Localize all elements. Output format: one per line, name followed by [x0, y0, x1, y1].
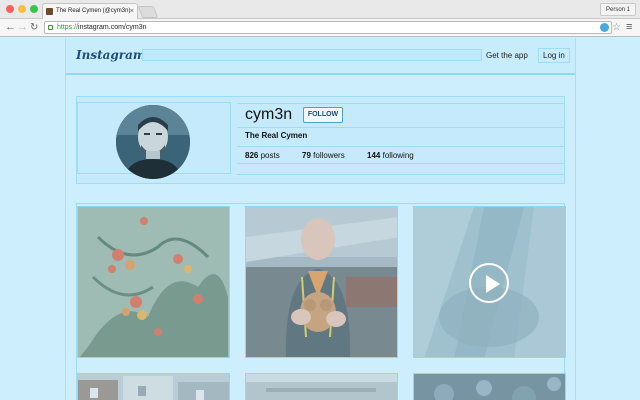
- post-tile[interactable]: [77, 373, 230, 400]
- tab-close-icon[interactable]: ×: [130, 4, 134, 19]
- new-tab-button[interactable]: [137, 6, 159, 18]
- follow-button[interactable]: FOLLOW: [303, 107, 343, 123]
- url-scheme: https://: [57, 24, 79, 31]
- avatar[interactable]: [116, 105, 190, 179]
- browser-titlebar: The Real Cymen (@cym3n) × Person 1: [0, 0, 640, 19]
- minimize-window-icon[interactable]: [18, 5, 26, 13]
- post-tile[interactable]: [77, 206, 230, 358]
- extension-icon[interactable]: [600, 23, 609, 32]
- play-icon[interactable]: [469, 263, 509, 303]
- post-tile[interactable]: [245, 373, 398, 400]
- avatar-container: [77, 102, 231, 179]
- posts-count: 826: [245, 151, 259, 160]
- browser-tab[interactable]: The Real Cymen (@cym3n) ×: [42, 3, 138, 19]
- avatar-image: [116, 105, 190, 179]
- followers-stat[interactable]: 79 followers: [302, 151, 345, 160]
- maximize-window-icon[interactable]: [30, 5, 38, 13]
- instagram-favicon-icon: [46, 8, 53, 15]
- divider: [237, 103, 564, 104]
- profile-username: cym3n: [245, 106, 293, 123]
- profile-header: cym3n FOLLOW The Real Cymen 826 posts 79…: [76, 96, 565, 184]
- highlight-overlay: [78, 374, 229, 400]
- bookmark-star-icon[interactable]: ☆: [612, 22, 621, 33]
- left-gutter: [0, 38, 66, 400]
- divider: [237, 174, 564, 175]
- browser-toolbar: ← → ↻ https://instagram.com/cym3n: [0, 19, 640, 37]
- tab-title: The Real Cymen (@cym3n): [56, 8, 131, 14]
- divider: [237, 146, 564, 147]
- lock-icon: [48, 25, 53, 30]
- post-tile[interactable]: [413, 373, 566, 400]
- divider: [237, 127, 564, 128]
- login-button[interactable]: Log in: [538, 48, 570, 63]
- page-viewport: Instagram Get the app Log in cym3n FOLLO…: [0, 38, 640, 400]
- highlight-overlay: [246, 207, 397, 357]
- followers-label: followers: [313, 151, 345, 160]
- profile-button[interactable]: Person 1: [599, 3, 636, 16]
- header-bar: [142, 49, 482, 61]
- url-text: instagram.com/cym3n: [78, 24, 147, 31]
- divider: [237, 163, 564, 164]
- posts-stat: 826 posts: [245, 151, 280, 160]
- highlight-overlay: [78, 207, 229, 357]
- browser-menu-icon[interactable]: ≡: [626, 21, 632, 33]
- instagram-logo[interactable]: Instagram: [76, 48, 146, 62]
- address-bar[interactable]: https://instagram.com/cym3n: [44, 21, 612, 34]
- post-tile[interactable]: [245, 206, 398, 358]
- reload-icon[interactable]: ↻: [30, 21, 38, 34]
- back-icon[interactable]: ←: [5, 21, 16, 34]
- profile-full-name: The Real Cymen: [245, 131, 308, 140]
- highlight-overlay: [414, 374, 565, 400]
- following-label: following: [382, 151, 414, 160]
- post-tile-video[interactable]: [413, 206, 566, 358]
- forward-icon[interactable]: →: [17, 21, 28, 34]
- close-window-icon[interactable]: [6, 5, 14, 13]
- get-app-link[interactable]: Get the app: [486, 51, 528, 60]
- right-gutter: [575, 38, 640, 400]
- highlight-overlay: [246, 374, 397, 400]
- following-count: 144: [367, 151, 381, 160]
- posts-label: posts: [260, 151, 280, 160]
- following-stat[interactable]: 144 following: [367, 151, 414, 160]
- followers-count: 79: [302, 151, 311, 160]
- posts-grid: [76, 203, 566, 400]
